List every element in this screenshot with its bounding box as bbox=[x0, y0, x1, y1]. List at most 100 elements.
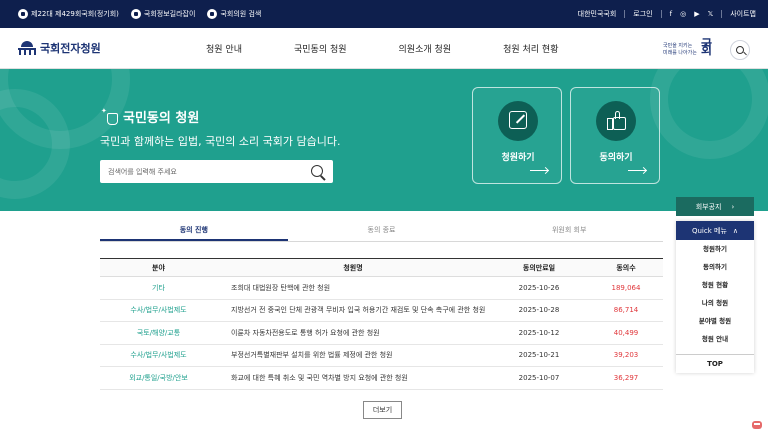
tab-closed[interactable]: 동의 종료 bbox=[288, 220, 476, 241]
nav-member-introduced[interactable]: 의원소개 청원 bbox=[399, 42, 452, 55]
referral-notice-label: 회부공지 bbox=[695, 202, 722, 211]
chevron-right-icon: › bbox=[731, 202, 735, 211]
nav-processing-status[interactable]: 청원 처리 현황 bbox=[503, 42, 558, 55]
referral-notice-button[interactable]: 회부공지 › bbox=[676, 197, 754, 216]
row-title-link[interactable]: 이륜차 자동차전용도로 통행 허가 요청에 관한 청원 bbox=[217, 321, 489, 345]
row-title-link[interactable]: 부정선거특별재판부 설치를 위한 법률 제정에 관한 청원 bbox=[217, 344, 489, 367]
row-count: 39,203 bbox=[589, 344, 663, 367]
divider bbox=[660, 10, 662, 18]
guide-link-label: 국회정보길라잡이 bbox=[143, 10, 196, 18]
search-icon[interactable] bbox=[310, 164, 326, 180]
arrow-right-icon bbox=[530, 170, 548, 171]
more-button[interactable]: 더보기 bbox=[363, 401, 402, 419]
petition-card[interactable]: 청원하기 bbox=[472, 87, 562, 184]
hero-search-input[interactable] bbox=[108, 160, 298, 183]
assembly-emblem-icon bbox=[18, 41, 36, 55]
login-link[interactable]: 로그인 bbox=[633, 9, 652, 19]
main-header: 국회전자청원 청원 안내 국민동의 청원 의원소개 청원 청원 처리 현황 국민… bbox=[0, 28, 768, 69]
row-category: 수사/법무/사법제도 bbox=[100, 299, 217, 322]
x-icon[interactable]: 𝕏 bbox=[708, 10, 714, 18]
instagram-icon[interactable]: ◎ bbox=[680, 10, 686, 18]
hero-title: 국민동의 청원 bbox=[101, 107, 199, 127]
slogan-line-2: 미래를 나아가는 bbox=[663, 50, 697, 56]
row-count: 40,499 bbox=[589, 321, 663, 345]
guide-link[interactable]: 국회정보길라잡이 bbox=[130, 9, 196, 19]
table-row[interactable]: 국토/해양/교통 이륜차 자동차전용도로 통행 허가 요청에 관한 청원 202… bbox=[100, 321, 663, 345]
top-utility-bar: 제22대 제429회국회(정기회) 국회정보길라잡이 국회의원 검색 대한민국국… bbox=[0, 0, 768, 28]
quick-item-petition[interactable]: 청원하기 bbox=[676, 240, 754, 258]
row-title-link[interactable]: 조희대 대법원장 탄핵에 관한 청원 bbox=[217, 276, 489, 300]
session-link[interactable]: 제22대 제429회국회(정기회) bbox=[18, 9, 119, 19]
row-date: 2025-10-21 bbox=[489, 344, 589, 367]
member-search-icon bbox=[207, 9, 218, 19]
assembly-slogan-badge: 국민을 지키는 미래를 나아가는 국회 bbox=[663, 38, 723, 60]
member-search-link-label: 국회의원 검색 bbox=[220, 10, 262, 18]
pen-icon bbox=[509, 111, 527, 129]
quick-menu: Quick 메뉴 ∧ 청원하기 동의하기 청원 현황 나의 청원 분야별 청원 … bbox=[676, 221, 754, 373]
table-row[interactable]: 외교/통일/국방/안보 화교에 대한 특혜 취소 및 국민 역차별 방지 요청에… bbox=[100, 366, 663, 390]
divider bbox=[624, 10, 626, 18]
extension-icon[interactable] bbox=[750, 418, 764, 432]
divider bbox=[721, 10, 723, 18]
row-date: 2025-10-07 bbox=[489, 366, 589, 390]
scroll-top-button[interactable]: TOP bbox=[676, 354, 754, 373]
facebook-icon[interactable]: f bbox=[670, 10, 672, 18]
row-title-link[interactable]: 화교에 대한 특혜 취소 및 국민 역차별 방지 요청에 관한 청원 bbox=[217, 366, 489, 390]
youtube-icon[interactable]: ▶ bbox=[694, 10, 699, 18]
table-row[interactable]: 수사/법무/사법제도 지방선거 전 중국인 단체 관광객 무비자 입국 허용기간… bbox=[100, 299, 663, 322]
row-category: 수사/법무/사법제도 bbox=[100, 344, 217, 367]
agree-card-label: 동의하기 bbox=[599, 153, 633, 163]
quick-item-by-category[interactable]: 분야별 청원 bbox=[676, 312, 754, 330]
tab-in-progress[interactable]: 동의 진행 bbox=[100, 220, 288, 241]
hero-subtitle: 국민과 함께하는 입법, 국민의 소리 국회가 담습니다. bbox=[100, 135, 341, 148]
quick-menu-title: Quick 메뉴 bbox=[691, 226, 727, 235]
tab-referred[interactable]: 위원회 회부 bbox=[475, 220, 663, 241]
col-count: 동의수 bbox=[589, 258, 663, 277]
site-logo[interactable]: 국회전자청원 bbox=[18, 40, 101, 56]
nav-petition-guide[interactable]: 청원 안내 bbox=[206, 42, 242, 55]
raised-hand-icon bbox=[101, 107, 119, 125]
session-link-label: 제22대 제429회국회(정기회) bbox=[31, 10, 119, 18]
row-date: 2025-10-26 bbox=[489, 276, 589, 300]
col-title: 청원명 bbox=[217, 258, 489, 277]
row-category: 국토/해양/교통 bbox=[100, 321, 217, 345]
table-row[interactable]: 수사/법무/사법제도 부정선거특별재판부 설치를 위한 법률 제정에 관한 청원… bbox=[100, 344, 663, 367]
petition-icon-circle bbox=[498, 101, 538, 141]
table-row[interactable]: 기타 조희대 대법원장 탄핵에 관한 청원 2025-10-26 189,064 bbox=[100, 276, 663, 300]
top-links: 제22대 제429회국회(정기회) 국회정보길라잡이 국회의원 검색 bbox=[18, 9, 261, 19]
nav-public-consent[interactable]: 국민동의 청원 bbox=[294, 42, 347, 55]
quick-item-guide[interactable]: 청원 안내 bbox=[676, 330, 754, 348]
row-category: 기타 bbox=[100, 276, 217, 300]
row-count: 189,064 bbox=[589, 276, 663, 300]
top-right-links: 대한민국국회 로그인 f ◎ ▶ 𝕏 사이트맵 bbox=[578, 0, 756, 28]
logo-text: 국회전자청원 bbox=[40, 42, 101, 55]
hero-banner: 국민동의 청원 국민과 함께하는 입법, 국민의 소리 국회가 담습니다. 청원… bbox=[0, 69, 768, 211]
row-category: 외교/통일/국방/안보 bbox=[100, 366, 217, 390]
member-search-link[interactable]: 국회의원 검색 bbox=[207, 9, 261, 19]
quick-item-agree[interactable]: 동의하기 bbox=[676, 258, 754, 276]
quick-item-my-petition[interactable]: 나의 청원 bbox=[676, 294, 754, 312]
agree-card[interactable]: 동의하기 bbox=[570, 87, 660, 184]
col-expiry: 동의만료일 bbox=[489, 258, 589, 277]
row-count: 36,297 bbox=[589, 366, 663, 390]
col-category: 분야 bbox=[100, 258, 217, 277]
row-date: 2025-10-12 bbox=[489, 321, 589, 345]
guide-icon bbox=[130, 9, 141, 19]
header-search-icon[interactable] bbox=[730, 40, 750, 60]
thumbs-up-icon bbox=[607, 111, 626, 130]
petition-table: 분야 청원명 동의만료일 동의수 기타 조희대 대법원장 탄핵에 관한 청원 2… bbox=[100, 258, 663, 390]
agree-icon-circle bbox=[596, 101, 636, 141]
petition-card-label: 청원하기 bbox=[501, 153, 535, 163]
quick-item-status[interactable]: 청원 현황 bbox=[676, 276, 754, 294]
decorative-circle bbox=[650, 69, 768, 159]
assembly-link[interactable]: 대한민국국회 bbox=[578, 9, 617, 19]
sitemap-link[interactable]: 사이트맵 bbox=[730, 9, 756, 19]
session-icon bbox=[18, 9, 28, 19]
status-tabs: 동의 진행 동의 종료 위원회 회부 bbox=[100, 220, 663, 242]
hero-search-box bbox=[100, 160, 333, 183]
row-title-link[interactable]: 지방선거 전 중국인 단체 관광객 무비자 입국 허용기간 재검토 및 단속 촉… bbox=[217, 299, 489, 322]
chevron-up-icon: ∧ bbox=[732, 226, 739, 235]
quick-menu-header[interactable]: Quick 메뉴 ∧ bbox=[676, 221, 754, 240]
arrow-right-icon bbox=[628, 170, 646, 171]
row-count: 86,714 bbox=[589, 299, 663, 322]
